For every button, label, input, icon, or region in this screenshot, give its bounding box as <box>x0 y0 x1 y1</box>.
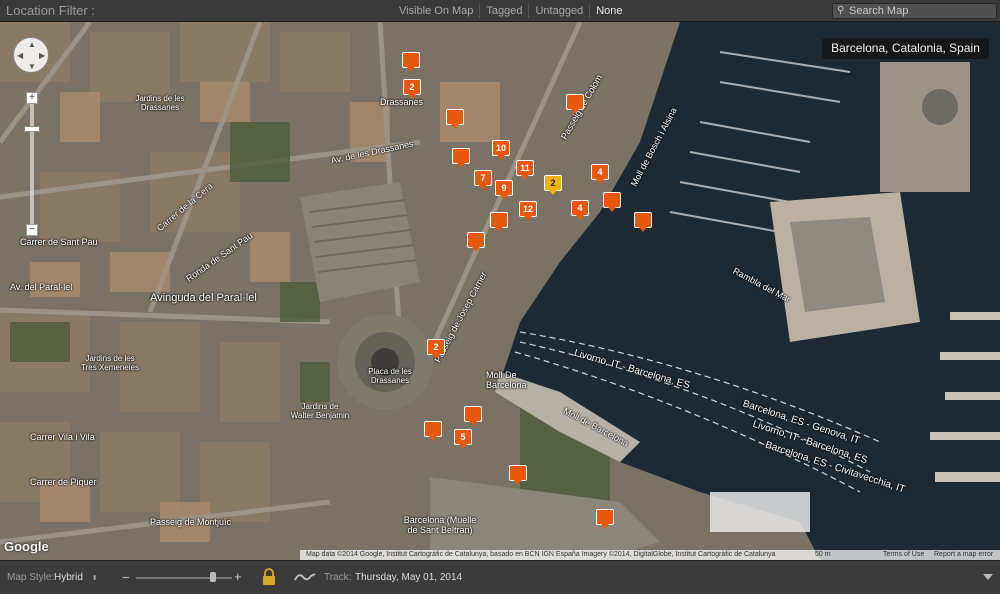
photo-pin[interactable]: 10 <box>492 140 510 160</box>
zoom-slider-knob[interactable] <box>209 572 216 582</box>
map-label: Carrer Vila i Vila <box>30 432 95 442</box>
map-zoom-slider[interactable] <box>30 104 34 224</box>
map-attribution-bar: Map data ©2014 Google, Institut Cartogrà… <box>300 550 1000 560</box>
map-style-label: Map Style: <box>7 572 55 583</box>
map-label: Moll De Barcelona <box>486 370 527 390</box>
photo-pin[interactable] <box>566 94 584 114</box>
photo-pin[interactable]: 5 <box>454 429 472 449</box>
search-placeholder: Search Map <box>849 5 909 17</box>
map-label: Passeig de Montjuïc <box>150 517 232 527</box>
track-icon[interactable] <box>294 571 316 583</box>
toolbar-expand-icon[interactable] <box>983 574 993 580</box>
map-label: Jardins de les Tres Xemeneies <box>81 354 139 372</box>
photo-pin[interactable] <box>402 52 420 72</box>
map-label: Barcelona (Muelle de Sant Beltran) <box>403 515 477 535</box>
filter-visible-on-map[interactable]: Visible On Map <box>393 4 479 18</box>
photo-pin-selected[interactable]: 2 <box>544 175 562 195</box>
zoom-slider[interactable] <box>136 577 232 579</box>
photo-pin[interactable] <box>424 421 442 441</box>
photo-pin[interactable] <box>603 192 621 212</box>
filter-none[interactable]: None <box>589 4 628 18</box>
zoom-in-button[interactable]: + <box>234 569 242 584</box>
map-view[interactable]: Drassanes Av. de les Drassanes Av. del P… <box>0 22 1000 560</box>
photo-pin[interactable] <box>509 465 527 485</box>
filter-options: Visible On Map Tagged Untagged None <box>393 4 629 18</box>
map-label: Jardins de les Drassanes <box>135 94 185 112</box>
terms-of-use-link[interactable]: Terms of Use <box>883 550 924 560</box>
report-map-error-link[interactable]: Report a map error <box>934 550 993 560</box>
photo-pin[interactable]: 4 <box>591 164 609 184</box>
map-style-value: Hybrid <box>54 572 83 583</box>
map-scale: 50 m <box>815 551 831 558</box>
location-filter-label: Location Filter : <box>6 3 95 18</box>
map-label: Avinguda del Paral·lel <box>150 292 257 304</box>
location-filter-bar: Location Filter : Visible On Map Tagged … <box>0 0 1000 22</box>
search-icon: ⚲ <box>837 5 845 16</box>
map-zoom-out-button[interactable]: − <box>26 224 38 236</box>
map-label: Drassanes <box>380 97 424 107</box>
map-label: Carrer de Piquer <box>30 477 97 487</box>
pan-control[interactable]: ▲ ▼ ◀ ▶ <box>13 37 49 73</box>
map-label: Placa de les Drassanes <box>368 367 412 385</box>
pan-down-icon[interactable]: ▼ <box>28 63 36 71</box>
current-location-label: Barcelona, Catalonia, Spain <box>822 38 989 59</box>
photo-pin[interactable]: 12 <box>519 201 537 221</box>
photo-pin[interactable] <box>464 406 482 426</box>
filter-tagged[interactable]: Tagged <box>479 4 528 18</box>
map-label: Jardins de Walter Benjamin <box>290 402 350 420</box>
map-label: Av. del Paral·lel <box>10 282 73 292</box>
photo-pin[interactable]: 9 <box>495 180 513 200</box>
photo-pin[interactable]: 7 <box>474 170 492 190</box>
pan-up-icon[interactable]: ▲ <box>28 41 36 49</box>
select-arrows-icon: ⬍ <box>91 575 98 582</box>
map-label: Carrer de Sant Pau <box>20 237 98 247</box>
photo-pin[interactable] <box>490 212 508 232</box>
track-value[interactable]: Thursday, May 01, 2014 <box>355 572 462 583</box>
pan-right-icon[interactable]: ▶ <box>39 52 45 60</box>
photo-pin[interactable] <box>452 148 470 168</box>
search-map-input[interactable]: ⚲ Search Map <box>832 3 997 19</box>
photo-pin[interactable]: 11 <box>516 160 534 180</box>
photo-pin[interactable] <box>634 212 652 232</box>
photo-pin[interactable]: 4 <box>571 200 589 220</box>
photo-pin[interactable] <box>596 509 614 529</box>
zoom-out-button[interactable]: − <box>122 570 130 585</box>
photo-pin[interactable]: 2 <box>427 339 445 359</box>
photo-pin[interactable]: 2 <box>403 79 421 99</box>
google-logo: Google <box>4 539 49 554</box>
track-label: Track: <box>324 572 352 583</box>
photo-pin[interactable] <box>467 232 485 252</box>
photo-pin[interactable] <box>446 109 464 129</box>
lock-icon[interactable] <box>262 568 276 586</box>
filter-untagged[interactable]: Untagged <box>528 4 589 18</box>
pan-left-icon[interactable]: ◀ <box>17 52 23 60</box>
map-style-select[interactable]: Hybrid ⬍ <box>54 572 98 583</box>
map-toolbar: Map Style: Hybrid ⬍ − + Track: Thursday,… <box>0 560 1000 594</box>
map-zoom-knob[interactable] <box>24 126 40 132</box>
map-attribution: Map data ©2014 Google, Institut Cartogrà… <box>306 551 776 558</box>
map-zoom-in-button[interactable]: + <box>26 92 38 104</box>
